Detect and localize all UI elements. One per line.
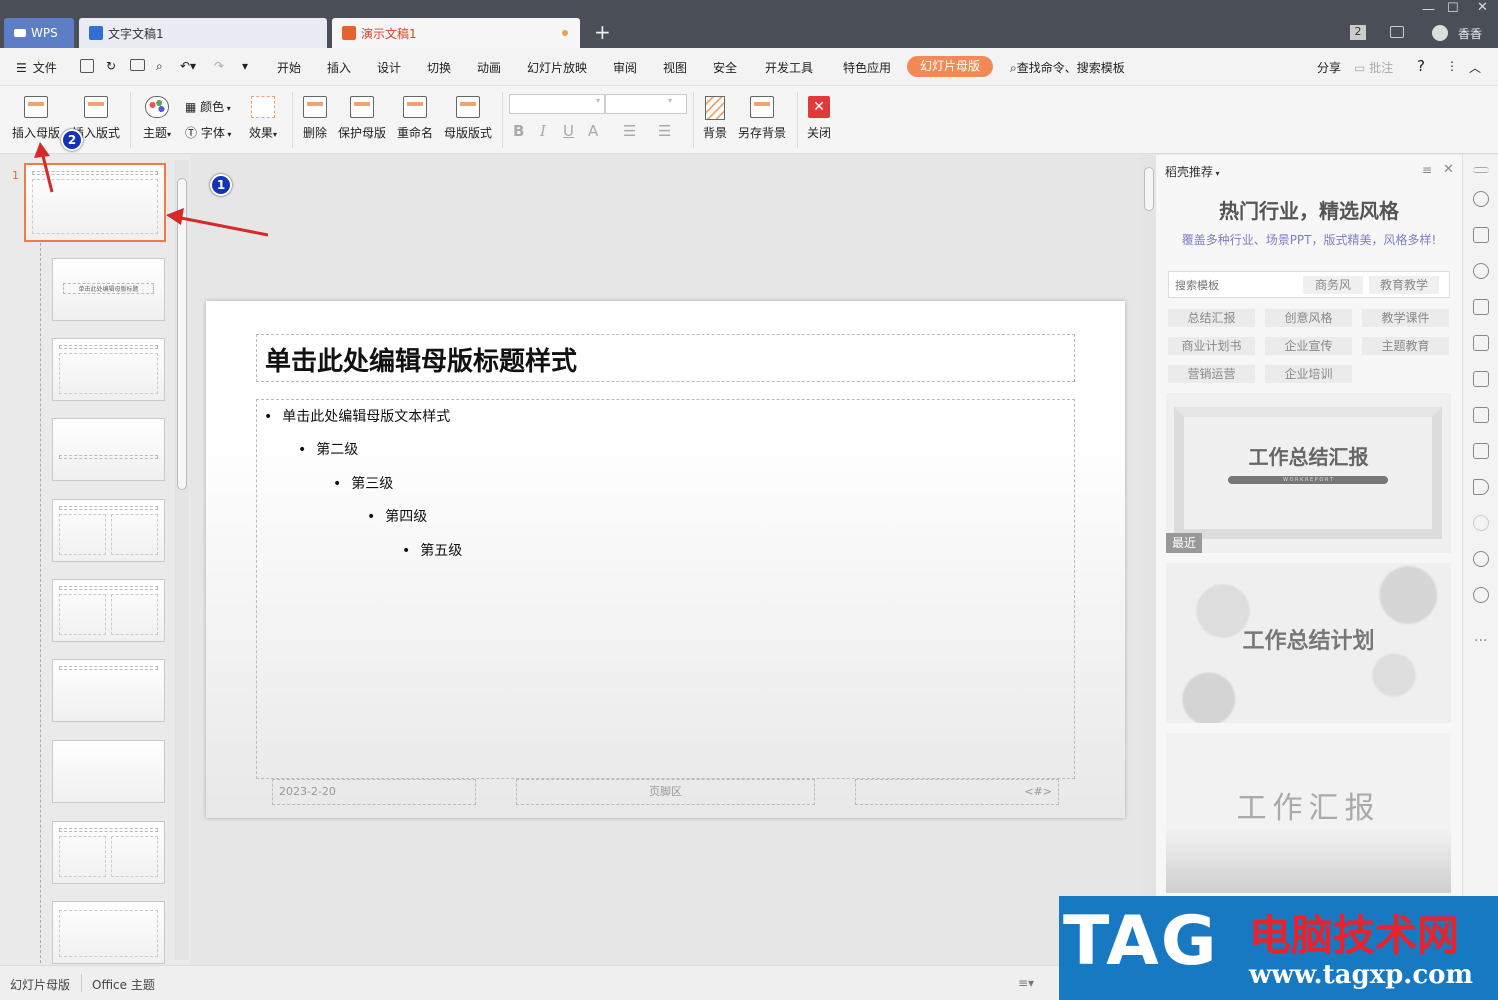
panel-header[interactable]: 稻壳推荐 ▾ <box>1165 163 1220 180</box>
card-title: 工作汇报 <box>1236 791 1381 826</box>
image-icon[interactable] <box>1473 443 1489 459</box>
category-chip[interactable]: 企业培训 <box>1265 365 1352 383</box>
star-icon[interactable] <box>1473 191 1489 207</box>
record-icon[interactable] <box>1473 515 1489 531</box>
more-icon[interactable]: ··· <box>1474 633 1487 649</box>
notes-icon[interactable]: ≡▾ <box>1018 976 1034 990</box>
status-divider <box>81 974 82 992</box>
archive-icon[interactable] <box>1473 407 1489 423</box>
recent-badge: 最近 <box>1166 533 1202 553</box>
panel-subtitle: 覆盖多种行业、场景PPT，版式精美，风格多样! <box>1181 233 1437 247</box>
history-icon[interactable] <box>1473 551 1489 567</box>
category-chip[interactable]: 营销运营 <box>1168 365 1255 383</box>
watermark-logo-text: TAG <box>1063 902 1219 981</box>
status-mode: 幻灯片母版 <box>10 978 71 992</box>
template-search-input[interactable] <box>1175 276 1295 294</box>
category-chip[interactable]: 教学课件 <box>1362 309 1449 327</box>
template-recommend-panel: 稻壳推荐 ▾ ≡ ✕ 热门行业，精选风格 覆盖多种行业、场景PPT，版式精美，风… <box>1156 155 1462 965</box>
card-frame <box>1174 407 1442 539</box>
copy-icon[interactable] <box>1473 227 1489 243</box>
card-title: 工作总结计划 <box>1242 628 1375 654</box>
arrow-head <box>34 142 50 158</box>
animation-icon[interactable] <box>1473 299 1489 315</box>
panel-close-icon[interactable]: ✕ <box>1443 162 1454 177</box>
category-chip[interactable]: 商业计划书 <box>1168 337 1255 355</box>
card-subtitle-bar: W O R K R E P O R T <box>1228 476 1388 484</box>
arrow-to-thumbnail <box>175 215 269 237</box>
shape-icon[interactable] <box>1473 263 1489 279</box>
step-badge-2: 2 <box>61 129 83 151</box>
arrow-head <box>166 208 184 225</box>
template-card[interactable]: 工作总结计划 <box>1166 563 1451 723</box>
template-card[interactable]: 工作总结汇报 W O R K R E P O R T 最近 <box>1166 393 1451 553</box>
status-theme[interactable]: Office 主题 <box>92 976 155 993</box>
step-badge-1: 1 <box>210 174 232 196</box>
right-sidebar: ··· <box>1462 155 1498 965</box>
arrow-to-insert-master <box>40 151 54 193</box>
category-chip[interactable]: 企业宣传 <box>1265 337 1352 355</box>
category-chip[interactable]: 主题教育 <box>1362 337 1449 355</box>
category-chip[interactable]: 总结汇报 <box>1168 309 1255 327</box>
sidebar-collapse-icon[interactable] <box>1473 167 1489 173</box>
help-circle-icon[interactable] <box>1473 587 1489 603</box>
template-icon[interactable] <box>1473 371 1489 387</box>
category-chip[interactable]: 创意风格 <box>1265 309 1352 327</box>
audio-icon[interactable] <box>1473 479 1489 495</box>
search-tag[interactable]: 教育教学 <box>1369 276 1439 294</box>
panel-header-label: 稻壳推荐 <box>1165 165 1214 179</box>
site-watermark: TAG 电脑技术网 www.tagxp.com <box>1059 896 1498 1000</box>
template-search-box[interactable]: 商务风 教育教学 <box>1168 271 1450 298</box>
card-title: 工作总结汇报 <box>1248 445 1369 469</box>
panel-title: 热门行业，精选风格 <box>1219 199 1399 223</box>
watermark-url: www.tagxp.com <box>1249 960 1474 990</box>
watermark-site-name: 电脑技术网 <box>1249 911 1460 960</box>
settings-sliders-icon[interactable] <box>1473 335 1489 351</box>
panel-menu-icon[interactable]: ≡ <box>1422 163 1432 177</box>
template-card[interactable]: 工作汇报 <box>1166 733 1451 893</box>
search-tag[interactable]: 商务风 <box>1303 276 1363 294</box>
